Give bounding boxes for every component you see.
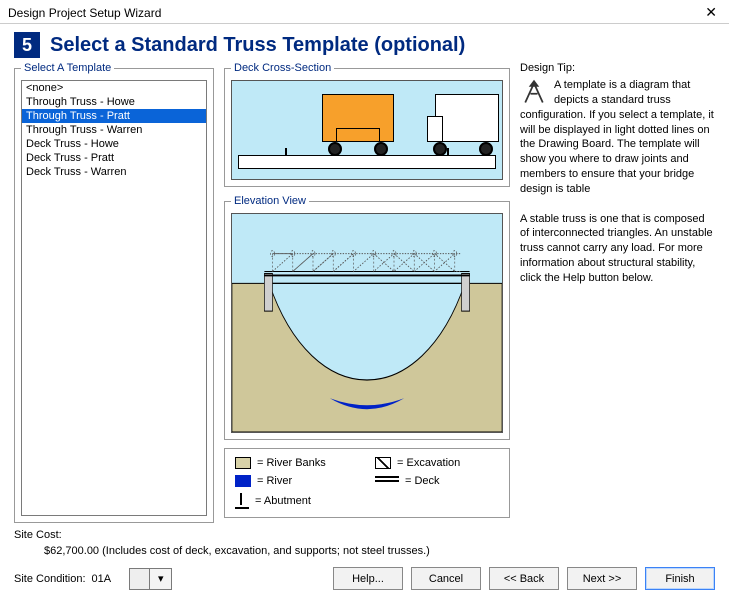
swatch-deck-icon [375, 476, 399, 486]
design-tip-label: Design Tip: [520, 62, 715, 74]
swatch-abutment-icon [235, 493, 249, 509]
list-item[interactable]: <none> [22, 81, 206, 95]
list-item[interactable]: Deck Truss - Warren [22, 165, 206, 179]
list-item[interactable]: Deck Truss - Pratt [22, 151, 206, 165]
site-condition-label: Site Condition: [14, 573, 86, 585]
template-panel: Select A Template <none> Through Truss -… [14, 62, 214, 523]
swatch-river-icon [235, 475, 251, 487]
close-icon[interactable]: ✕ [701, 4, 721, 21]
cancel-button[interactable]: Cancel [411, 567, 481, 590]
finish-button[interactable]: Finish [645, 567, 715, 590]
swatch-banks-icon [235, 457, 251, 469]
elevation-legend: Elevation View [231, 195, 309, 207]
titlebar: Design Project Setup Wizard ✕ [0, 0, 729, 24]
compass-icon [520, 78, 548, 106]
template-legend: Select A Template [21, 62, 114, 74]
site-condition-dropdown[interactable]: ▾ [129, 568, 172, 590]
design-tip-body: A template is a diagram that depicts a s… [520, 78, 715, 286]
back-button[interactable]: << Back [489, 567, 559, 590]
chevron-down-icon[interactable]: ▾ [149, 569, 171, 589]
deck-cross-section-diagram [231, 80, 503, 180]
legend-river: = River [235, 475, 355, 487]
site-condition-value: 01A [92, 573, 112, 585]
elevation-diagram [231, 213, 503, 433]
deck-cross-section-panel: Deck Cross-Section [224, 62, 510, 187]
list-item[interactable]: Through Truss - Warren [22, 123, 206, 137]
legend-excavation: = Excavation [375, 457, 495, 469]
list-item[interactable]: Through Truss - Howe [22, 95, 206, 109]
page-title: Select a Standard Truss Template (option… [50, 34, 465, 57]
wizard-header: 5 Select a Standard Truss Template (opti… [0, 24, 729, 62]
step-number: 5 [14, 32, 40, 58]
diagram-legend: = River Banks = Excavation = River = Dec… [224, 448, 510, 518]
list-item[interactable]: Deck Truss - Howe [22, 137, 206, 151]
swatch-excavation-icon [375, 457, 391, 469]
list-item[interactable]: Through Truss - Pratt [22, 109, 206, 123]
help-button[interactable]: Help... [333, 567, 403, 590]
next-button[interactable]: Next >> [567, 567, 637, 590]
deck-legend: Deck Cross-Section [231, 62, 334, 74]
site-cost-value: $62,700.00 (Includes cost of deck, excav… [14, 541, 715, 557]
window-title: Design Project Setup Wizard [8, 6, 161, 20]
legend-deck: = Deck [375, 475, 495, 487]
site-cost-label: Site Cost: [14, 529, 715, 541]
template-listbox[interactable]: <none> Through Truss - Howe Through Trus… [21, 80, 207, 516]
legend-river-banks: = River Banks [235, 457, 355, 469]
legend-abutment: = Abutment [235, 493, 355, 509]
elevation-view-panel: Elevation View [224, 195, 510, 440]
